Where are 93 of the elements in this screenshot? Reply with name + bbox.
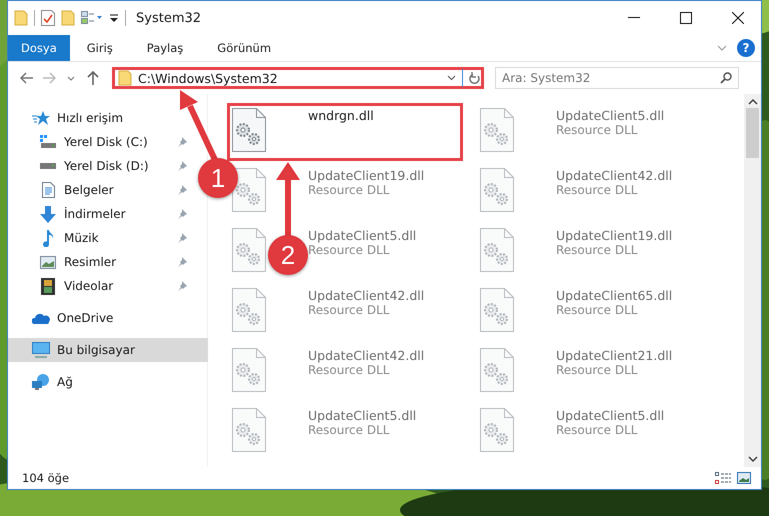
dll-file-icon [232,348,266,392]
ribbon-tab[interactable]: Görünüm [200,35,288,61]
network-icon [32,374,50,390]
file-name: UpdateClient19.dll [556,228,672,243]
scroll-up-icon[interactable] [748,98,758,106]
file-type: Resource DLL [308,243,390,257]
picture-icon [40,256,56,268]
file-name: UpdateClient5.dll [308,228,416,243]
file-type: Resource DLL [556,423,638,437]
dll-file-icon [232,288,266,332]
file-type: Resource DLL [308,423,390,437]
sidebar-item[interactable]: Resimler [8,250,189,274]
ribbon-tab[interactable]: Dosya [8,35,70,61]
file-name: UpdateClient19.dll [308,168,424,183]
dll-file-icon [480,228,514,272]
download-icon [40,206,56,222]
pin-icon[interactable] [177,161,187,171]
view-options-icon[interactable] [81,11,103,25]
minimize-icon[interactable] [628,17,640,19]
pin-icon[interactable] [177,257,187,267]
pin-icon[interactable] [177,209,187,219]
dll-file-icon [480,348,514,392]
file-type: Resource DLL [556,303,638,317]
history-caret-icon[interactable] [447,75,456,81]
sidebar-item[interactable]: İndirmeler [8,202,189,226]
pin-icon[interactable] [177,233,187,243]
dll-file-icon [232,108,266,152]
address-path: C:\Windows\System32 [138,70,279,86]
scrollbar[interactable] [744,94,761,467]
pin-icon[interactable] [177,137,187,147]
file-name: UpdateClient5.dll [308,408,416,423]
file-name: UpdateClient5.dll [556,108,664,123]
ribbon-tab[interactable]: Paylaş [130,35,200,61]
sidebar-item[interactable]: Hızlı erişim [8,106,189,130]
file-name: UpdateClient5.dll [556,408,664,423]
sidebar-item[interactable]: Belgeler [8,178,189,202]
sidebar-item[interactable]: Ağ [8,370,189,394]
file-type: Resource DLL [308,303,390,317]
expand-ribbon-icon[interactable] [717,45,727,51]
dll-file-icon [480,408,514,452]
file-name: UpdateClient65.dll [556,288,672,303]
scrollbar-thumb[interactable] [746,108,759,158]
address-field[interactable]: C:\Windows\System32 [112,67,484,89]
star-icon [32,110,50,126]
file-name: UpdateClient42.dll [556,168,672,183]
refresh-icon[interactable] [469,72,481,84]
file-type: Resource DLL [308,363,390,377]
dll-file-icon [480,288,514,332]
up-icon[interactable] [87,71,99,85]
scroll-down-icon[interactable] [748,455,758,463]
help-button[interactable]: ? [737,39,755,57]
dll-file-icon [480,108,514,152]
dll-file-icon [480,168,514,212]
drive-icon [40,162,56,170]
details-view-icon[interactable] [715,472,731,484]
file-type: Resource DLL [556,243,638,257]
file-name: UpdateClient21.dll [556,348,672,363]
maximize-icon[interactable] [680,12,692,24]
file-type: Resource DLL [556,183,638,197]
dll-file-icon [232,168,266,212]
file-type: Resource DLL [308,183,390,197]
properties-icon[interactable] [41,10,55,26]
pin-icon[interactable] [177,281,187,291]
sidebar-item[interactable]: Yerel Disk (D:) [8,154,189,178]
back-icon[interactable] [20,72,34,84]
close-icon[interactable] [732,12,744,24]
computer-icon [32,342,50,358]
drive-icon [40,135,56,149]
sidebar-item[interactable]: Müzik [8,226,189,250]
search-field[interactable]: Ara: System32 [495,67,739,89]
ribbon-tab[interactable]: Giriş [70,35,130,61]
film-icon [41,278,55,294]
cloud-icon [32,312,50,324]
recent-caret-icon[interactable] [67,76,75,80]
music-note-icon [42,230,54,246]
file-type: Resource DLL [556,363,638,377]
file-name: UpdateClient42.dll [308,288,424,303]
file-type: Resource DLL [556,123,638,137]
sidebar-item[interactable]: Bu bilgisayar [8,338,208,362]
file-name: UpdateClient42.dll [308,348,424,363]
search-icon[interactable] [720,72,732,84]
dll-file-icon [232,228,266,272]
sidebar-item[interactable]: Videolar [8,274,189,298]
customize-caret-icon[interactable] [109,13,119,23]
document-icon [42,182,54,198]
file-name: wndrgn.dll [308,108,374,123]
sidebar-item[interactable]: OneDrive [8,306,189,330]
pin-icon[interactable] [177,185,187,195]
item-count: 104 öğe [22,471,70,485]
window-title: System32 [136,10,202,26]
large-icons-view-icon[interactable] [737,472,751,484]
sidebar-item[interactable]: Yerel Disk (C:) [8,130,189,154]
dll-file-icon [232,408,266,452]
